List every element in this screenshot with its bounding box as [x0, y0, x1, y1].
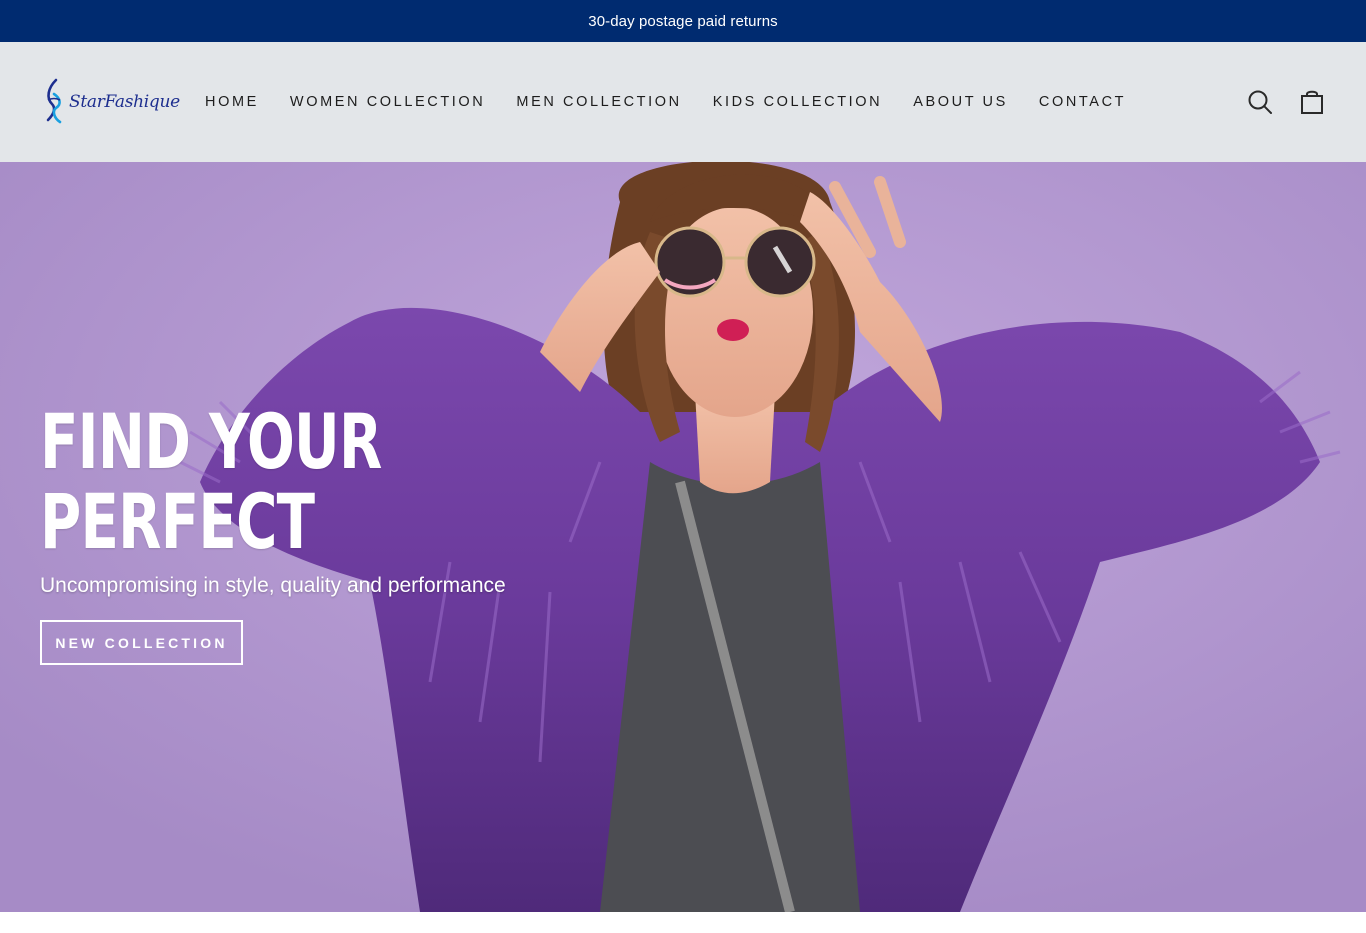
hero-title: FIND YOUR PERFECT	[40, 402, 382, 562]
nav-item-contact[interactable]: CONTACT	[1039, 94, 1126, 110]
logo-text: StarFashique	[69, 92, 180, 112]
announcement-text: 30-day postage paid returns	[588, 12, 778, 30]
logo-mark-icon	[46, 78, 62, 124]
nav-item-men-collection[interactable]: MEN COLLECTION	[516, 94, 681, 110]
site-logo[interactable]: StarFashique	[40, 74, 180, 130]
new-collection-button[interactable]: NEW COLLECTION	[40, 620, 243, 665]
shopping-bag-icon[interactable]	[1298, 88, 1326, 116]
hero-banner: FIND YOUR PERFECT Uncompromising in styl…	[0, 162, 1366, 912]
hero-title-line-2: PERFECT	[40, 477, 315, 566]
nav-item-women-collection[interactable]: WOMEN COLLECTION	[290, 94, 485, 110]
hero-subtitle: Uncompromising in style, quality and per…	[40, 574, 506, 597]
announcement-bar: 30-day postage paid returns	[0, 0, 1366, 42]
search-icon[interactable]	[1246, 88, 1274, 116]
hero-title-line-1: FIND YOUR	[40, 397, 382, 486]
nav-item-about-us[interactable]: ABOUT US	[913, 94, 1008, 110]
main-nav: HOME WOMEN COLLECTION MEN COLLECTION KID…	[205, 42, 1157, 162]
page-bottom-strip	[0, 912, 1366, 933]
nav-item-kids-collection[interactable]: KIDS COLLECTION	[713, 94, 883, 110]
nav-item-home[interactable]: HOME	[205, 94, 259, 110]
site-header: StarFashique HOME WOMEN COLLECTION MEN C…	[0, 42, 1366, 162]
